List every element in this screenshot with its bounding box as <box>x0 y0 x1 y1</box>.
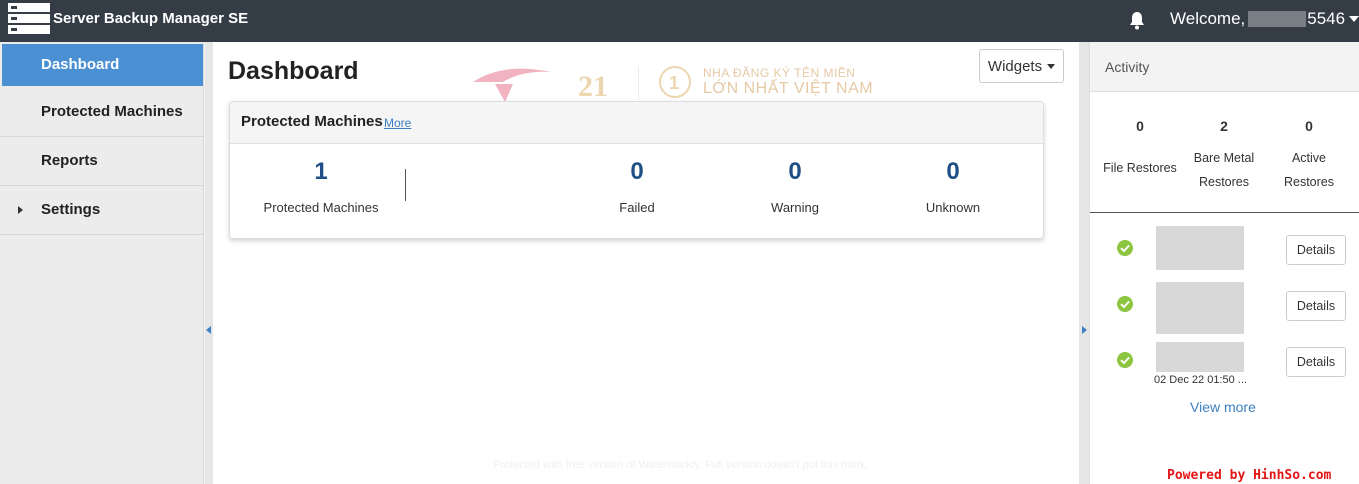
stat-warning[interactable]: 0 Warning <box>715 158 875 215</box>
stat-value: 0 <box>946 158 960 185</box>
widgets-dropdown-button[interactable]: Widgets <box>979 49 1064 83</box>
top-bar: Server Backup Manager SE Welcome, 5546 <box>0 0 1359 42</box>
sidebar-item-dashboard[interactable]: Dashboard <box>2 44 203 86</box>
chevron-left-icon <box>206 326 211 334</box>
svg-text:1: 1 <box>669 73 679 93</box>
stat-value: 0 <box>1305 118 1313 134</box>
stat-label: Failed <box>619 200 655 215</box>
view-more-link[interactable]: View more <box>1190 399 1256 415</box>
activity-header: Activity <box>1090 42 1359 92</box>
check-circle-icon <box>1117 296 1133 312</box>
stat-label-line2: Restores <box>1198 175 1250 189</box>
stat-label-line2: Restores <box>1283 175 1335 189</box>
sidebar-item-label: Settings <box>41 201 101 218</box>
activity-row: Details <box>1090 278 1359 334</box>
stat-label: Warning <box>771 200 819 215</box>
bell-icon[interactable] <box>1129 10 1145 30</box>
stat-label-line1: File Restores <box>1103 161 1177 175</box>
check-circle-icon <box>1117 240 1133 256</box>
stat-value: 1 <box>314 158 328 185</box>
stat-label: Unknown <box>925 200 981 215</box>
stat-bare-metal-restores: 2 Bare Metal Restores <box>1179 118 1269 194</box>
details-label: Details <box>1296 355 1336 369</box>
redacted-activity-text <box>1156 342 1244 372</box>
chevron-down-icon <box>1047 63 1056 69</box>
welcome-text: Welcome, <box>1170 9 1246 28</box>
more-link[interactable]: More <box>384 116 411 130</box>
stat-failed[interactable]: 0 Failed <box>557 158 717 215</box>
activity-date-fragment: 02 Dec 22 01:50 ... <box>1154 374 1247 386</box>
chevron-down-icon <box>1349 16 1359 22</box>
activity-row: Details <box>1090 222 1359 278</box>
protected-machines-widget: Protected Machines More 1 Protected Mach… <box>229 101 1044 239</box>
widget-header: Protected Machines More <box>230 102 1043 144</box>
sidebar-item-label: Protected Machines <box>41 103 183 120</box>
redacted-activity-text <box>1156 226 1244 270</box>
chevron-right-icon <box>1082 326 1087 334</box>
svg-text:21: 21 <box>578 70 608 103</box>
redacted-activity-text <box>1156 282 1244 334</box>
powered-by-watermark: Powered by HinhSo.com <box>1167 468 1332 483</box>
widgets-label: Widgets <box>987 57 1043 75</box>
sidebar-item-label: Reports <box>41 152 98 169</box>
stat-value: 2 <box>1220 118 1228 134</box>
redacted-username <box>1248 11 1307 27</box>
activity-divider <box>1090 212 1359 213</box>
activity-panel: Activity 0 File Restores 2 Bare Metal Res… <box>1089 42 1359 484</box>
watermark-line2: LỚN NHẤT VIỆT NAM <box>703 80 874 97</box>
user-menu[interactable]: Welcome, 5546 <box>1170 9 1359 29</box>
details-label: Details <box>1296 299 1336 313</box>
stat-value: 0 <box>1136 118 1144 134</box>
stat-value: 0 <box>630 158 644 185</box>
stat-unknown[interactable]: 0 Unknown <box>873 158 1033 215</box>
username-suffix: 5546 <box>1307 9 1346 28</box>
details-label: Details <box>1296 243 1336 257</box>
details-button[interactable]: Details <box>1286 235 1346 265</box>
stat-label: Bare Metal Restores <box>1179 146 1269 194</box>
sidebar-item-reports[interactable]: Reports <box>0 138 203 186</box>
sidebar-collapse-handle[interactable] <box>205 42 213 484</box>
stat-label: File Restores <box>1095 156 1185 180</box>
stat-label-line1: Active <box>1291 151 1327 165</box>
activity-title: Activity <box>1105 59 1150 75</box>
stat-protected-machines[interactable]: 1 Protected Machines <box>241 158 401 215</box>
activity-collapse-handle[interactable] <box>1079 42 1089 484</box>
widget-title: Protected Machines <box>241 113 383 130</box>
stat-active-restores: 0 Active Restores <box>1264 118 1354 194</box>
details-button[interactable]: Details <box>1286 347 1346 377</box>
main-content: Dashboard 21 1 NHA ĐĂNG KÝ TÊN MIỀN LỚN … <box>213 42 1079 484</box>
stat-label: Protected Machines <box>263 200 379 215</box>
stat-label-line1: Bare Metal <box>1193 151 1255 165</box>
sidebar-item-protected-machines[interactable]: Protected Machines <box>0 89 203 137</box>
sidebar-item-settings[interactable]: Settings <box>0 187 203 235</box>
stat-value: 0 <box>788 158 802 185</box>
server-logo-icon <box>8 3 50 34</box>
app-title: Server Backup Manager SE <box>53 10 249 27</box>
stat-file-restores: 0 File Restores <box>1095 118 1185 180</box>
chevron-right-icon <box>18 206 23 214</box>
stat-label: Active Restores <box>1264 146 1354 194</box>
details-button[interactable]: Details <box>1286 291 1346 321</box>
sidebar: Dashboard Protected Machines Reports Set… <box>0 42 204 484</box>
footer-watermark: Protected with free version of Watermark… <box>493 459 869 471</box>
watermark-line1: NHA ĐĂNG KÝ TÊN MIỀN <box>703 66 856 80</box>
page-title: Dashboard <box>228 57 359 85</box>
check-circle-icon <box>1117 352 1133 368</box>
sidebar-item-label: Dashboard <box>41 56 120 73</box>
stat-divider <box>405 169 406 201</box>
